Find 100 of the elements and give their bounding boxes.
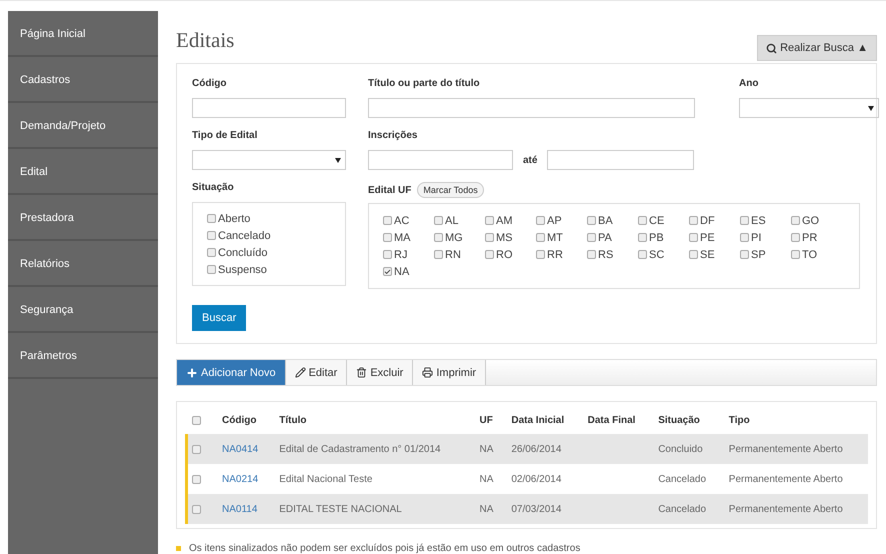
state-checkbox[interactable]: PR [791,230,842,245]
input-field[interactable] [192,98,346,118]
state-checkbox[interactable]: AP [536,213,587,228]
edit-button[interactable]: Editar [286,360,348,385]
sidebar-item[interactable]: Edital [8,149,158,195]
field-label: Tipo de Edital [192,130,258,141]
state-checkbox[interactable]: AM [485,213,536,228]
add-button[interactable]: Adicionar Novo [177,360,286,385]
table-cell: EDITAL TESTE NACIONAL [279,504,402,514]
field-label: Edital UF [368,184,412,196]
check-icon [384,268,391,276]
table-cell: NA [479,504,494,514]
column-header: Data Final [580,406,652,434]
state-checkbox[interactable]: SE [689,247,740,262]
state-checkbox[interactable]: MG [434,230,485,245]
printer-icon [422,367,434,378]
status-checkbox[interactable]: Cancelado [207,228,331,243]
sidebar-item[interactable]: Relatórios [8,241,158,287]
status-checkbox[interactable]: Aberto [207,211,331,226]
sidebar-item[interactable]: Prestadora [8,195,158,241]
state-checkbox[interactable]: MA [383,230,434,245]
column-header: Código [215,406,272,434]
state-checkbox[interactable]: AC [383,213,434,228]
search-icon [766,42,778,54]
state-checkbox[interactable]: CE [638,213,689,228]
table-row[interactable]: NA0214 Edital Nacional Teste NA 02/06/2014 Cancelado Permanentemente Aberto [185,464,868,494]
column-header: UF [472,406,504,434]
trash-icon [356,367,368,378]
state-checkbox[interactable]: NA [383,264,434,279]
field-label: Título ou parte do título [368,78,481,89]
select-field[interactable] [739,98,879,118]
table-row[interactable]: NA0114 EDITAL TESTE NACIONAL NA 07/03/2014 Cancelado Permanentemente Aberto [185,494,868,524]
state-checkbox[interactable]: BA [587,213,638,228]
page-title: Editais [176,28,234,53]
input-field[interactable] [368,150,513,170]
flag-marker-icon [176,546,181,551]
field-label: Situação [192,182,235,193]
caret-icon [868,106,874,110]
state-checkbox[interactable]: GO [791,213,842,228]
table-row[interactable]: NA0414 Edital de Cadastramento n° 01/2014 NA 26/06/2014 Concluido Permanentemente Aberto [185,434,868,464]
table-cell: Cancelado [658,504,706,514]
state-checkbox[interactable]: DF [689,213,740,228]
state-checkbox[interactable]: RJ [383,247,434,262]
mark-all-button[interactable]: Marcar Todos [417,182,484,198]
table-cell: Permanentemente Aberto [728,474,843,484]
state-checkbox[interactable]: MT [536,230,587,245]
field-label: Código [192,78,228,89]
state-checkbox[interactable]: RO [485,247,536,262]
print-button[interactable]: Imprimir [413,360,486,385]
code-link[interactable]: NA0214 [222,474,258,484]
status-checkbox[interactable]: Suspenso [207,262,331,277]
search-toggle-button[interactable]: Realizar Busca ▲ [757,35,877,61]
code-link[interactable]: NA0414 [222,444,258,454]
table-cell: 26/06/2014 [511,444,562,454]
pencil-icon [294,367,306,378]
state-checkbox[interactable]: PA [587,230,638,245]
state-checkbox[interactable]: PI [740,230,791,245]
table-cell: Permanentemente Aberto [728,444,843,454]
state-checkbox[interactable]: SC [638,247,689,262]
state-checkbox[interactable]: RS [587,247,638,262]
input-field[interactable] [547,150,694,170]
state-checkbox[interactable]: MS [485,230,536,245]
sidebar-item[interactable]: Cadastros [8,57,158,103]
state-checkbox[interactable]: PE [689,230,740,245]
delete-button[interactable]: Excluir [347,360,414,385]
plus-icon [186,366,198,378]
search-button[interactable]: Buscar [192,305,246,331]
column-header: Tipo [722,406,868,434]
input-field[interactable] [368,98,695,118]
column-header: Data Inicial [504,406,581,434]
state-checkbox[interactable]: RR [536,247,587,262]
field-label: Ano [739,78,760,89]
select-field[interactable] [192,150,346,170]
state-checkbox[interactable]: AL [434,213,485,228]
table-cell: Edital Nacional Teste [279,474,372,484]
sidebar-item[interactable]: Parâmetros [8,333,158,379]
table-cell: Cancelado [658,474,706,484]
field-label: Inscrições [368,130,418,141]
table-cell: 07/03/2014 [511,504,562,514]
state-checkbox[interactable]: ES [740,213,791,228]
sidebar-item[interactable]: Página Inicial [8,11,158,57]
column-header: Situação [651,406,722,434]
field-label: até [523,154,538,166]
table-cell: NA [479,474,494,484]
table-cell: 02/06/2014 [511,474,562,484]
table-cell: Concluido [658,444,703,454]
state-checkbox[interactable]: SP [740,247,791,262]
table-cell: Edital de Cadastramento n° 01/2014 [279,444,441,454]
state-checkbox[interactable]: TO [791,247,842,262]
code-link[interactable]: NA0114 [222,504,258,514]
table-cell: Permanentemente Aberto [728,504,843,514]
note-text: Os itens sinalizados não podem ser excluídos pois já estão em uso em outros cadastros [189,543,580,554]
status-checkbox[interactable]: Concluído [207,245,331,260]
sidebar-item[interactable]: Segurança [8,287,158,333]
state-checkbox[interactable]: PB [638,230,689,245]
sidebar-item[interactable]: Demanda/Projeto [8,103,158,149]
table-cell: NA [479,444,494,454]
state-checkbox[interactable]: RN [434,247,485,262]
column-header: Título [272,406,472,434]
caret-icon [335,158,341,162]
